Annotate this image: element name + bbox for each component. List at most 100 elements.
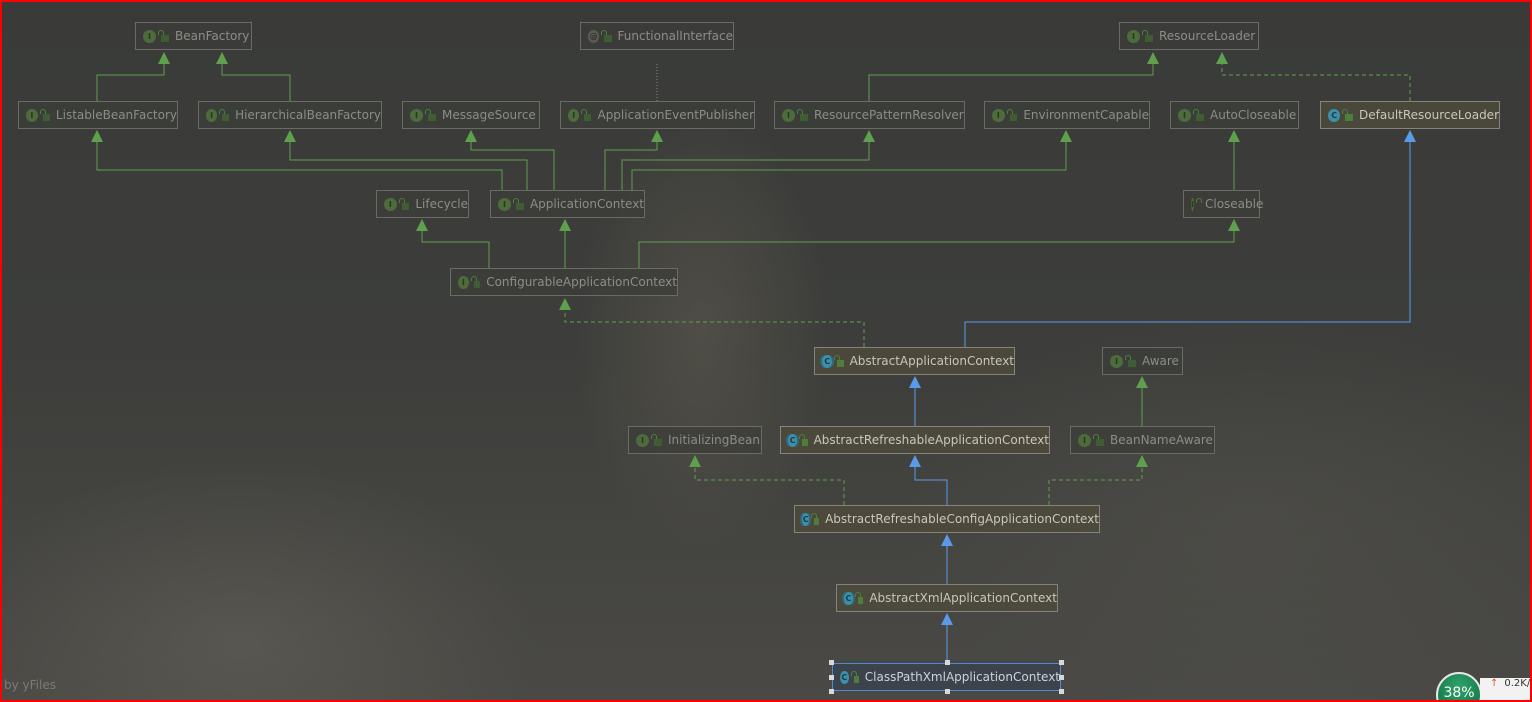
node-initializing-bean[interactable]: I InitializingBean (628, 426, 762, 454)
interface-extends-edge[interactable] (421, 230, 490, 268)
interface-extends-edge[interactable] (221, 63, 291, 101)
arrowhead-icon (1216, 52, 1228, 64)
public-visibility-icon (470, 275, 481, 288)
arrowhead-icon (284, 130, 296, 142)
node-label: BeanFactory (175, 29, 250, 43)
upload-arrow-icon: ↑ (1490, 678, 1499, 689)
node-label: Aware (1142, 354, 1179, 368)
node-lifecycle[interactable]: I Lifecycle (376, 190, 469, 218)
node-abstract-refreshable-config-application-context[interactable]: C AbstractRefreshableConfigApplicationCon… (794, 505, 1100, 533)
annotation-kind-icon: @ (588, 29, 600, 43)
node-application-event-publisher[interactable]: I ApplicationEventPublisher (560, 101, 755, 129)
public-visibility-icon (850, 670, 859, 683)
implements-edge[interactable] (564, 309, 865, 347)
upload-speed: 0.2K/s (1504, 678, 1531, 689)
arrowhead-icon (1136, 376, 1148, 388)
memory-percent: 38% (1443, 685, 1475, 701)
selection-handle[interactable] (1059, 660, 1064, 665)
node-resource-pattern-resolver[interactable]: I ResourcePatternResolver (774, 101, 965, 129)
interface-kind-icon: I (1178, 108, 1191, 122)
node-resource-loader[interactable]: I ResourceLoader (1119, 22, 1259, 50)
interface-extends-edge[interactable] (96, 141, 503, 190)
node-label: AutoCloseable (1210, 108, 1297, 122)
interface-extends-edge[interactable] (604, 141, 658, 190)
public-visibility-icon (1093, 433, 1104, 446)
node-application-context[interactable]: I ApplicationContext (490, 190, 645, 218)
class-kind-icon: C (840, 670, 849, 684)
public-visibility-icon (854, 591, 864, 604)
selection-handle[interactable] (944, 660, 950, 665)
interface-extends-edge[interactable] (96, 63, 165, 101)
node-aware[interactable]: I Aware (1102, 347, 1183, 375)
node-class-path-xml-application-context[interactable]: C ClassPathXmlApplicationContext (832, 663, 1061, 691)
node-label: ApplicationContext (529, 197, 644, 211)
uml-diagram-canvas[interactable]: I BeanFactory @ FunctionalInterface I Resourc… (0, 0, 1532, 702)
interface-extends-edge[interactable] (638, 230, 1235, 268)
interface-extends-edge[interactable] (470, 141, 555, 190)
interface-kind-icon: I (636, 433, 649, 447)
node-label: FunctionalInterface (617, 29, 733, 43)
selection-handle[interactable] (829, 675, 834, 680)
node-bean-name-aware[interactable]: I BeanNameAware (1070, 426, 1215, 454)
node-hierarchical-bean-factory[interactable]: I HierarchicalBeanFactory (198, 101, 382, 129)
node-environment-capable[interactable]: I EnvironmentCapable (984, 101, 1150, 129)
interface-kind-icon: I (206, 108, 218, 122)
node-default-resource-loader[interactable]: C DefaultResourceLoader (1320, 101, 1500, 129)
interface-kind-icon: I (782, 108, 795, 122)
node-label: AbstractRefreshableConfigApplicationCont… (825, 512, 1099, 526)
node-abstract-refreshable-application-context[interactable]: C AbstractRefreshableApplicationContext (780, 426, 1050, 454)
selection-handle[interactable] (829, 689, 834, 694)
arrowhead-icon (1404, 130, 1416, 142)
network-speed-panel: ↑ 0.2K/s (1480, 678, 1531, 700)
node-abstract-application-context[interactable]: C AbstractApplicationContext (814, 347, 1015, 375)
interface-kind-icon: I (143, 29, 156, 43)
interface-extends-edge[interactable] (621, 141, 870, 190)
implements-edge[interactable] (694, 466, 845, 505)
arrowhead-icon (941, 613, 953, 625)
node-closeable[interactable]: I Closeable (1183, 190, 1263, 218)
node-label: AbstractXmlApplicationContext (869, 591, 1057, 605)
extends-edge[interactable] (964, 141, 1411, 347)
node-label: ResourceLoader (1159, 29, 1256, 43)
interface-extends-edge[interactable] (631, 141, 1067, 190)
node-label: ResourcePatternResolver (814, 108, 964, 122)
node-bean-factory[interactable]: I BeanFactory (135, 22, 252, 50)
node-auto-closeable[interactable]: I AutoCloseable (1170, 101, 1299, 129)
public-visibility-icon (811, 512, 820, 525)
selection-handle[interactable] (1059, 689, 1064, 694)
node-label: MessageSource (442, 108, 536, 122)
selection-handle[interactable] (829, 660, 834, 665)
node-label: InitializingBean (668, 433, 760, 447)
selection-handle[interactable] (1059, 675, 1064, 680)
arrowhead-icon (651, 130, 663, 142)
public-visibility-icon (1142, 29, 1153, 42)
arrowhead-icon (1228, 219, 1240, 231)
node-label: DefaultResourceLoader (1359, 108, 1499, 122)
arrowhead-icon (1147, 52, 1159, 64)
node-label: HierarchicalBeanFactory (235, 108, 381, 122)
node-label: Lifecycle (415, 197, 468, 211)
public-visibility-icon (425, 108, 436, 121)
abstractclass-kind-icon: C (822, 354, 833, 368)
selection-handle[interactable] (944, 689, 950, 694)
interface-extends-edge[interactable] (868, 63, 1154, 101)
implements-edge[interactable] (1048, 466, 1143, 505)
public-visibility-icon (1342, 108, 1354, 121)
arrowhead-icon (216, 52, 228, 64)
interface-kind-icon: I (1191, 197, 1194, 211)
node-functional-interface[interactable]: @ FunctionalInterface (580, 22, 734, 50)
node-listable-bean-factory[interactable]: I ListableBeanFactory (18, 101, 178, 129)
arrowhead-icon (863, 130, 875, 142)
node-message-source[interactable]: I MessageSource (402, 101, 540, 129)
node-configurable-application-context[interactable]: I ConfigurableApplicationContext (450, 268, 678, 296)
arrowhead-icon (559, 298, 571, 310)
implements-edge[interactable] (1221, 63, 1411, 101)
arrowhead-icon (91, 130, 103, 142)
node-abstract-xml-application-context[interactable]: C AbstractXmlApplicationContext (836, 584, 1058, 612)
interface-kind-icon: I (26, 108, 38, 122)
node-label: ApplicationEventPublisher (597, 108, 754, 122)
public-visibility-icon (1006, 108, 1018, 121)
interface-extends-edge[interactable] (289, 141, 528, 190)
extends-edge[interactable] (914, 466, 948, 505)
public-visibility-icon (797, 108, 808, 121)
